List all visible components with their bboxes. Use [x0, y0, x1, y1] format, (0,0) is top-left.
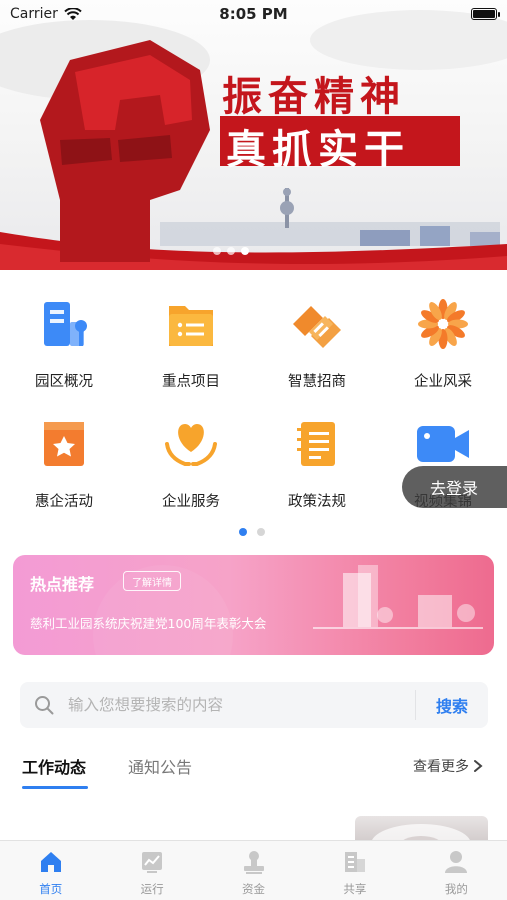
grid-label: 园区概况	[35, 374, 93, 390]
grid-item-key-projects[interactable]: 重点项目	[136, 296, 246, 391]
tabbar-label: 共享	[343, 882, 367, 896]
banner-dot[interactable]	[241, 247, 249, 255]
tabbar-label: 我的	[444, 882, 468, 896]
hot-card-illustration	[93, 565, 483, 655]
chart-icon	[142, 852, 163, 873]
grid-page-indicator	[239, 528, 265, 536]
grid-item-park-overview[interactable]: 园区概况	[9, 296, 119, 391]
hot-title: 热点推荐	[30, 575, 95, 594]
tabbar-item-funds[interactable]: 资金	[203, 841, 304, 900]
stamp-icon	[243, 851, 264, 874]
grid-label: 惠企活动	[35, 494, 93, 510]
banner-indicator	[213, 247, 249, 255]
hot-recommend-card[interactable]: 热点推荐 了解详情 慈利工业园系统庆祝建党100周年表彰大会	[13, 555, 494, 655]
active-tab-indicator	[22, 786, 88, 789]
grid-item-policies[interactable]: 政策法规	[262, 416, 372, 511]
search-input[interactable]	[68, 696, 415, 714]
grid-item-smart-investment[interactable]: 智慧招商	[262, 296, 372, 391]
grid-label: 企业风采	[414, 374, 472, 390]
heart-hands-icon	[163, 416, 219, 472]
document-icon	[289, 416, 345, 472]
home-icon	[40, 852, 61, 872]
bottom-tab-bar: 首页 运行 资金 共享 我的	[0, 840, 507, 900]
tabbar-item-operation[interactable]: 运行	[101, 841, 202, 900]
search-bar: 搜索	[20, 682, 488, 728]
tabbar-item-home[interactable]: 首页	[0, 841, 101, 900]
banner-carousel[interactable]: 振奋精神 真抓实干	[0, 0, 507, 270]
banner-dot[interactable]	[227, 247, 235, 255]
status-bar: Carrier 8:05 PM	[0, 0, 507, 28]
view-more-link[interactable]: 查看更多	[413, 756, 483, 776]
login-button[interactable]: 去登录	[402, 466, 507, 508]
banner-dot[interactable]	[213, 247, 221, 255]
search-button[interactable]: 搜索	[416, 693, 488, 717]
hot-headline: 慈利工业园系统庆祝建党100周年表彰大会	[30, 616, 267, 631]
grid-label: 重点项目	[162, 374, 220, 390]
flower-icon	[415, 296, 471, 352]
tab-notices[interactable]: 通知公告	[128, 754, 192, 778]
video-camera-icon	[415, 416, 471, 472]
grid-item-enterprise-service[interactable]: 企业服务	[136, 416, 246, 511]
building-icon	[36, 296, 92, 352]
folder-list-icon	[163, 296, 219, 352]
carrier-label: Carrier	[10, 6, 58, 22]
tabbar-label: 运行	[140, 882, 164, 896]
battery-icon	[471, 8, 500, 20]
page-dot[interactable]	[239, 528, 247, 536]
clock: 8:05 PM	[219, 5, 288, 23]
tabbar-item-share[interactable]: 共享	[304, 841, 405, 900]
grid-label: 企业服务	[162, 494, 220, 510]
page-dot[interactable]	[257, 528, 265, 536]
chevron-right-icon	[474, 760, 483, 772]
search-icon	[35, 696, 54, 715]
grid-label: 政策法规	[288, 494, 346, 510]
handshake-icon	[289, 296, 345, 352]
tabbar-label: 资金	[242, 882, 266, 896]
banner-slogan-bottom: 真抓实干	[226, 126, 410, 173]
buildings-icon	[344, 852, 365, 872]
hot-detail-button[interactable]: 了解详情	[123, 571, 181, 591]
grid-item-benefit-activities[interactable]: 惠企活动	[9, 416, 119, 511]
banner-slogan-top: 振奋精神	[222, 73, 406, 120]
view-more-label: 查看更多	[413, 759, 469, 775]
grid-item-enterprise-showcase[interactable]: 企业风采	[388, 296, 498, 391]
grid-label: 智慧招商	[288, 374, 346, 390]
tab-work-updates[interactable]: 工作动态	[22, 754, 86, 778]
wifi-icon	[64, 7, 82, 20]
user-icon	[445, 851, 468, 873]
tabbar-label: 首页	[39, 882, 63, 896]
tabbar-item-mine[interactable]: 我的	[406, 841, 507, 900]
star-ribbon-icon	[36, 416, 92, 472]
